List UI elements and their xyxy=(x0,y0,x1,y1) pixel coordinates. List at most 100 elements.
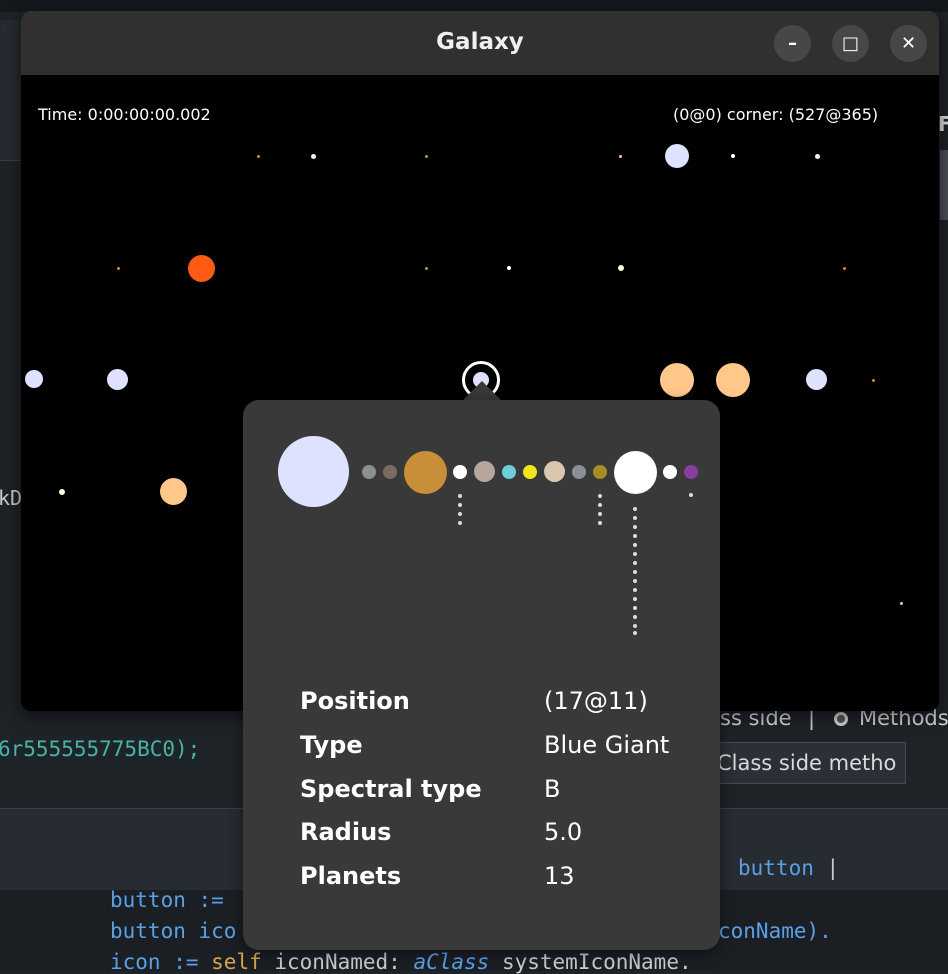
moon xyxy=(633,588,637,592)
moon xyxy=(633,579,637,583)
star[interactable] xyxy=(59,489,65,495)
code-arg: aClass xyxy=(413,950,490,974)
info-row-radius: Radius 5.0 xyxy=(300,818,582,846)
info-label: Radius xyxy=(300,818,392,846)
star[interactable] xyxy=(160,478,187,505)
star[interactable] xyxy=(188,255,215,282)
moon xyxy=(458,521,462,525)
time-display: Time: 0:00:00:00.002 xyxy=(38,105,211,124)
info-value: 13 xyxy=(544,862,575,890)
moon xyxy=(633,615,637,619)
star[interactable] xyxy=(731,154,735,158)
moon xyxy=(689,493,693,497)
planet xyxy=(684,465,698,479)
info-value: (17@11) xyxy=(544,687,648,715)
moon xyxy=(598,503,602,507)
ide-left-panel xyxy=(0,20,22,161)
code-temp-button: button xyxy=(738,856,814,880)
moon xyxy=(633,561,637,565)
star-info-popover: Position (17@11) Type Blue Giant Spectra… xyxy=(243,400,720,950)
planet xyxy=(502,465,516,479)
star[interactable] xyxy=(257,155,260,158)
info-row-position: Position (17@11) xyxy=(300,687,648,715)
info-value: B xyxy=(544,775,561,803)
moon xyxy=(458,512,462,516)
moon xyxy=(633,525,637,529)
window-titlebar[interactable]: Galaxy – □ ✕ xyxy=(21,11,939,76)
star[interactable] xyxy=(107,369,128,390)
maximize-button[interactable]: □ xyxy=(832,25,869,62)
planet xyxy=(453,465,467,479)
maximize-icon: □ xyxy=(841,33,859,54)
code-line-hex: 6r555555775BC0); xyxy=(0,737,200,761)
code-line-icon-a: button ico xyxy=(110,919,237,943)
code-line-icon-c: icon := self iconNamed: aClass systemIco… xyxy=(110,950,692,974)
moon xyxy=(633,624,637,628)
star[interactable] xyxy=(619,155,622,158)
star[interactable] xyxy=(815,154,820,159)
radio-methods-button[interactable] xyxy=(834,712,848,726)
moon xyxy=(633,516,637,520)
moon xyxy=(598,521,602,525)
planet xyxy=(593,465,607,479)
ide-sidebar-letter: F xyxy=(938,112,948,136)
code-line-icon-b: conName). xyxy=(718,919,832,943)
close-button[interactable]: ✕ xyxy=(890,25,927,62)
planet xyxy=(404,451,447,494)
star[interactable] xyxy=(507,266,511,270)
star[interactable] xyxy=(660,363,694,397)
code-mid: iconNamed: xyxy=(261,950,414,974)
moon xyxy=(633,534,637,538)
code-icon-pre: icon := xyxy=(110,950,212,974)
minimize-button[interactable]: – xyxy=(774,25,811,62)
planet xyxy=(572,465,586,479)
star[interactable] xyxy=(311,154,316,159)
info-value: 5.0 xyxy=(544,818,583,846)
planet xyxy=(474,461,495,482)
info-value: Blue Giant xyxy=(544,731,670,759)
tab-class-side-methods[interactable]: Class side metho xyxy=(700,742,906,784)
code-hex-text: 6r555555775BC0); xyxy=(0,737,201,761)
moon xyxy=(633,606,637,610)
star[interactable] xyxy=(806,369,827,390)
moon xyxy=(633,543,637,547)
star[interactable] xyxy=(716,363,750,397)
moon xyxy=(458,503,462,507)
code-temp-bar: | xyxy=(826,856,840,880)
star[interactable] xyxy=(665,144,689,168)
moon xyxy=(633,597,637,601)
moon xyxy=(633,552,637,556)
code-end: systemIconName. xyxy=(489,950,692,974)
moon xyxy=(598,494,602,498)
star[interactable] xyxy=(117,267,120,270)
planet xyxy=(614,451,657,494)
info-label: Position xyxy=(300,687,410,715)
star[interactable] xyxy=(25,370,43,388)
info-label: Spectral type xyxy=(300,775,482,803)
star[interactable] xyxy=(425,267,428,270)
star[interactable] xyxy=(872,379,875,382)
code-fragment-kd: kD xyxy=(0,486,23,510)
planet xyxy=(383,465,397,479)
star[interactable] xyxy=(900,602,903,605)
planet xyxy=(544,461,565,482)
ide-scrollbar[interactable] xyxy=(940,150,948,220)
moon xyxy=(633,507,637,511)
moon xyxy=(458,494,462,498)
planet xyxy=(362,465,376,479)
minimize-icon: – xyxy=(788,33,797,54)
close-icon: ✕ xyxy=(900,33,917,54)
info-label: Type xyxy=(300,731,363,759)
info-label: Planets xyxy=(300,862,402,890)
star[interactable] xyxy=(425,155,428,158)
code-temps: button | xyxy=(738,856,839,880)
code-line-assign: button := xyxy=(110,888,224,912)
info-row-spectral-type: Spectral type B xyxy=(300,775,560,803)
corner-display: (0@0) corner: (527@365) xyxy=(673,105,879,124)
popover-arrow xyxy=(462,381,502,401)
planet xyxy=(663,465,677,479)
code-self: self xyxy=(211,950,262,974)
star[interactable] xyxy=(618,265,624,271)
info-row-type: Type Blue Giant xyxy=(300,731,669,759)
star[interactable] xyxy=(843,267,846,270)
